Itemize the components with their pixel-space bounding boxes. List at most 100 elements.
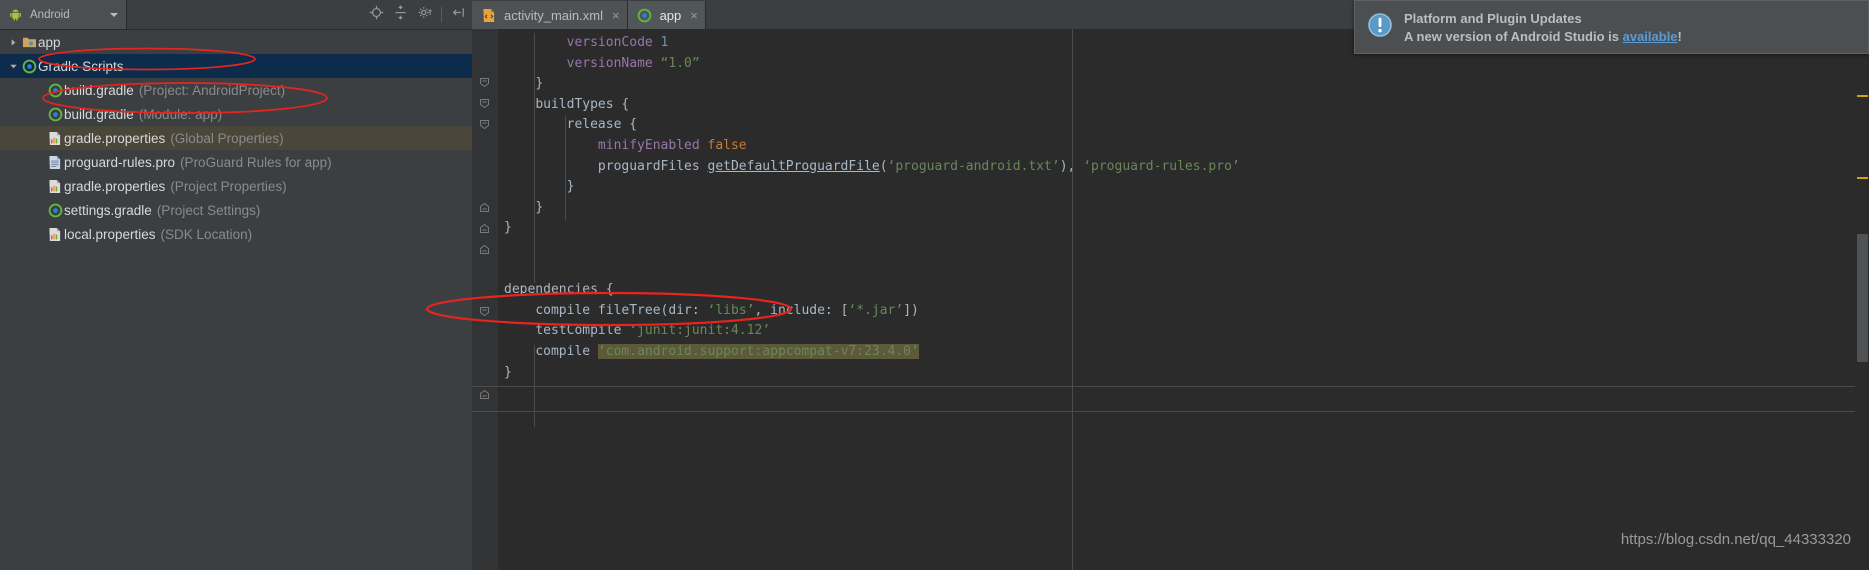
notification-message-prefix: A new version of Android Studio is bbox=[1404, 28, 1623, 44]
code-line: compile fileTree(dir: ‘libs’, include: [… bbox=[498, 301, 1869, 322]
tree-row-meta: (SDK Location) bbox=[160, 226, 253, 242]
source-code[interactable]: versionCode 1 versionName “1.0” } buildT… bbox=[498, 29, 1869, 570]
editor-horizontal-divider bbox=[472, 411, 1869, 412]
project-view-label: Android bbox=[30, 8, 70, 21]
code-token: ( bbox=[879, 158, 888, 174]
hide-panel-icon[interactable] bbox=[451, 5, 466, 25]
collapse-all-icon[interactable] bbox=[393, 4, 408, 25]
code-token: compile fileTree( bbox=[535, 302, 669, 318]
fold-marker-icon[interactable] bbox=[479, 306, 490, 317]
tab-close-icon[interactable]: × bbox=[612, 8, 620, 23]
fold-gutter[interactable] bbox=[472, 29, 498, 570]
tree-row-meta: (Global Properties) bbox=[170, 130, 284, 146]
code-token: buildTypes { bbox=[535, 96, 630, 112]
code-line: } bbox=[498, 218, 1869, 239]
fold-marker-icon[interactable] bbox=[479, 98, 490, 109]
code-token: ‘proguard-android.txt’ bbox=[887, 158, 1060, 174]
project-panel-actions bbox=[369, 4, 472, 25]
notification-balloon[interactable]: Platform and Plugin Updates A new versio… bbox=[1354, 0, 1869, 54]
tree-row-app[interactable]: app bbox=[0, 30, 472, 54]
code-token: ‘junit:junit:4.12’ bbox=[629, 323, 771, 339]
tree-row-label: build.gradle bbox=[64, 82, 134, 98]
code-token: ‘proguard-rules.pro’ bbox=[1083, 158, 1240, 174]
notification-title: Platform and Plugin Updates bbox=[1404, 10, 1582, 26]
tree-row-build-gradle-project[interactable]: build.gradle (Project: AndroidProject) bbox=[0, 78, 472, 102]
tree-row-gradle-properties-global[interactable]: gradle.properties (Global Properties) bbox=[0, 126, 472, 150]
code-token: minifyEnabled bbox=[597, 137, 708, 153]
locate-target-icon[interactable] bbox=[369, 5, 384, 25]
fold-marker-icon[interactable] bbox=[479, 389, 490, 400]
fold-marker-icon[interactable] bbox=[479, 119, 490, 130]
project-tree[interactable]: app Gradle Scripts build.gradle (Project… bbox=[0, 30, 472, 570]
code-token: testCompile bbox=[535, 323, 630, 339]
editor-horizontal-divider bbox=[472, 386, 1869, 387]
marker-gutter[interactable] bbox=[1855, 29, 1869, 570]
tree-row-meta: (Project Settings) bbox=[156, 202, 261, 218]
tab-activity-main-xml[interactable]: activity_main.xml × bbox=[472, 1, 628, 29]
fold-marker-icon[interactable] bbox=[479, 77, 490, 88]
gradle-icon bbox=[46, 107, 64, 122]
tree-row-label: Gradle Scripts bbox=[38, 58, 124, 74]
code-line: proguardFiles getDefaultProguardFile(‘pr… bbox=[498, 157, 1869, 178]
tree-row-gradle-properties-project[interactable]: gradle.properties (Project Properties) bbox=[0, 174, 472, 198]
folder-module-icon bbox=[20, 35, 38, 49]
chevron-down-icon[interactable] bbox=[6, 62, 20, 71]
notification-message-suffix: ! bbox=[1677, 28, 1682, 44]
tree-row-proguard-rules[interactable]: proguard-rules.pro (ProGuard Rules for a… bbox=[0, 150, 472, 174]
android-studio-window: Android app Gradle Scripts build.gradle … bbox=[0, 0, 1869, 570]
code-token: getDefaultProguardFile bbox=[707, 158, 880, 174]
tree-row-build-gradle-module[interactable]: build.gradle (Module: app) bbox=[0, 102, 472, 126]
code-viewport[interactable]: versionCode 1 versionName “1.0” } buildT… bbox=[472, 29, 1869, 570]
code-token: dependencies { bbox=[504, 282, 614, 298]
code-token: false bbox=[707, 137, 747, 153]
gradle-icon bbox=[46, 203, 64, 218]
gradle-icon bbox=[46, 83, 64, 98]
tab-app[interactable]: app × bbox=[627, 1, 706, 29]
properties-icon bbox=[46, 227, 64, 242]
editor-vertical-divider bbox=[1072, 29, 1073, 570]
warning-marker[interactable] bbox=[1857, 95, 1868, 97]
properties-icon bbox=[46, 131, 64, 146]
scrollbar-thumb[interactable] bbox=[1857, 234, 1868, 362]
project-view-selector[interactable]: Android bbox=[0, 0, 127, 29]
warning-marker[interactable] bbox=[1857, 177, 1868, 179]
code-line: buildTypes { bbox=[498, 95, 1869, 116]
tree-row-label: settings.gradle bbox=[64, 202, 152, 218]
code-token: ‘com.android.support:appcompat-v7:23.4.0… bbox=[597, 343, 919, 359]
fold-marker-icon[interactable] bbox=[479, 223, 490, 234]
notification-link[interactable]: available bbox=[1623, 29, 1678, 44]
fold-marker-icon[interactable] bbox=[479, 244, 490, 255]
info-exclamation-icon bbox=[1367, 12, 1393, 43]
watermark: https://blog.csdn.net/qq_44333320 bbox=[1620, 531, 1851, 548]
tree-row-meta: (Project: AndroidProject) bbox=[138, 82, 286, 98]
notification-message: A new version of Android Studio is avail… bbox=[1404, 29, 1682, 44]
tree-row-meta: (Module: app) bbox=[138, 106, 223, 122]
tab-close-icon[interactable]: × bbox=[690, 8, 698, 23]
chevron-right-icon[interactable] bbox=[6, 38, 20, 47]
tree-row-settings-gradle[interactable]: settings.gradle (Project Settings) bbox=[0, 198, 472, 222]
settings-gear-icon[interactable] bbox=[417, 5, 432, 25]
code-token: versionName bbox=[566, 55, 661, 71]
gradle-icon bbox=[20, 59, 38, 74]
tree-row-meta: (Project Properties) bbox=[170, 178, 287, 194]
code-line: } bbox=[498, 177, 1869, 198]
code-token: ‘*.jar’ bbox=[848, 302, 904, 318]
code-token: proguardFiles bbox=[597, 158, 708, 174]
code-token: } bbox=[535, 76, 544, 92]
gradle-icon bbox=[636, 8, 654, 23]
code-token: versionCode bbox=[566, 35, 661, 50]
tree-row-local-properties[interactable]: local.properties (SDK Location) bbox=[0, 222, 472, 246]
code-token: release { bbox=[566, 117, 638, 133]
tree-row-label: app bbox=[38, 34, 61, 50]
properties-icon bbox=[46, 179, 64, 194]
project-panel: Android app Gradle Scripts build.gradle … bbox=[0, 0, 472, 570]
code-line: release { bbox=[498, 115, 1869, 136]
code-token: “1.0” bbox=[660, 55, 700, 71]
code-line: compile ‘com.android.support:appcompat-v… bbox=[498, 342, 1869, 363]
fold-marker-icon[interactable] bbox=[479, 202, 490, 213]
tree-row-gradle-scripts[interactable]: Gradle Scripts bbox=[0, 54, 472, 78]
tab-label: app bbox=[659, 7, 682, 23]
chevron-down-icon[interactable] bbox=[110, 12, 118, 17]
code-token: } bbox=[504, 220, 512, 236]
